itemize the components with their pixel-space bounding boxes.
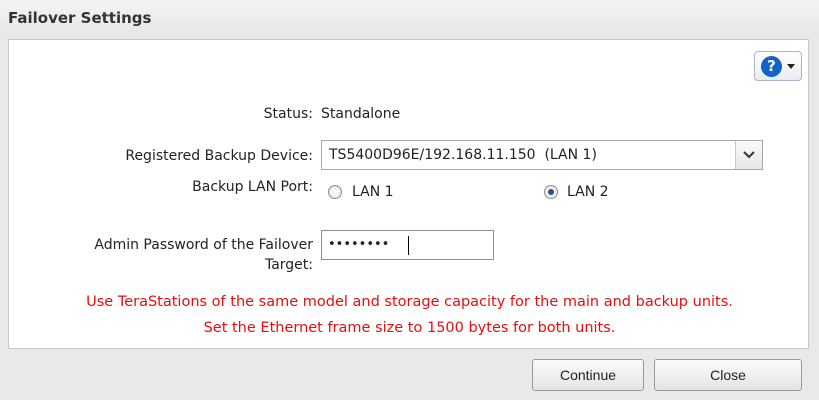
text-caret — [408, 236, 409, 255]
chevron-down-icon — [743, 151, 755, 159]
dialog-title: Failover Settings — [8, 9, 152, 27]
lan2-radio[interactable] — [544, 185, 558, 199]
close-button[interactable]: Close — [654, 359, 802, 391]
settings-panel: ? Status: Standalone Registered Backup D… — [8, 39, 809, 349]
warning-message-1: Use TeraStations of the same model and s… — [86, 294, 733, 310]
backup-lan-port-label: Backup LAN Port: — [192, 179, 313, 195]
admin-password-label-2: Target: — [264, 257, 313, 273]
continue-button[interactable]: Continue — [532, 359, 644, 391]
lan1-label: LAN 1 — [352, 184, 394, 200]
lan1-radio[interactable] — [328, 185, 342, 199]
dropdown-button[interactable] — [735, 141, 762, 169]
status-label: Status: — [263, 106, 313, 122]
chevron-down-icon — [787, 64, 795, 69]
backup-device-label: Registered Backup Device: — [125, 148, 313, 164]
lan2-label: LAN 2 — [567, 184, 609, 200]
backup-device-select[interactable]: TS5400D96E/192.168.11.150 (LAN 1) — [321, 140, 763, 170]
admin-password-label: Admin Password of the Failover — [94, 237, 313, 253]
help-icon: ? — [761, 56, 782, 77]
status-value: Standalone — [321, 106, 401, 122]
admin-password-field[interactable]: •••••••• — [321, 230, 494, 260]
help-menu-button[interactable]: ? — [754, 51, 802, 81]
password-mask: •••••••• — [328, 237, 390, 252]
dialog-titlebar: Failover Settings — [0, 0, 819, 38]
warning-message-2: Set the Ethernet frame size to 1500 byte… — [203, 320, 616, 336]
backup-device-value: TS5400D96E/192.168.11.150 (LAN 1) — [329, 147, 597, 163]
failover-settings-dialog: Failover Settings ? Status: Standalone R… — [0, 0, 819, 400]
